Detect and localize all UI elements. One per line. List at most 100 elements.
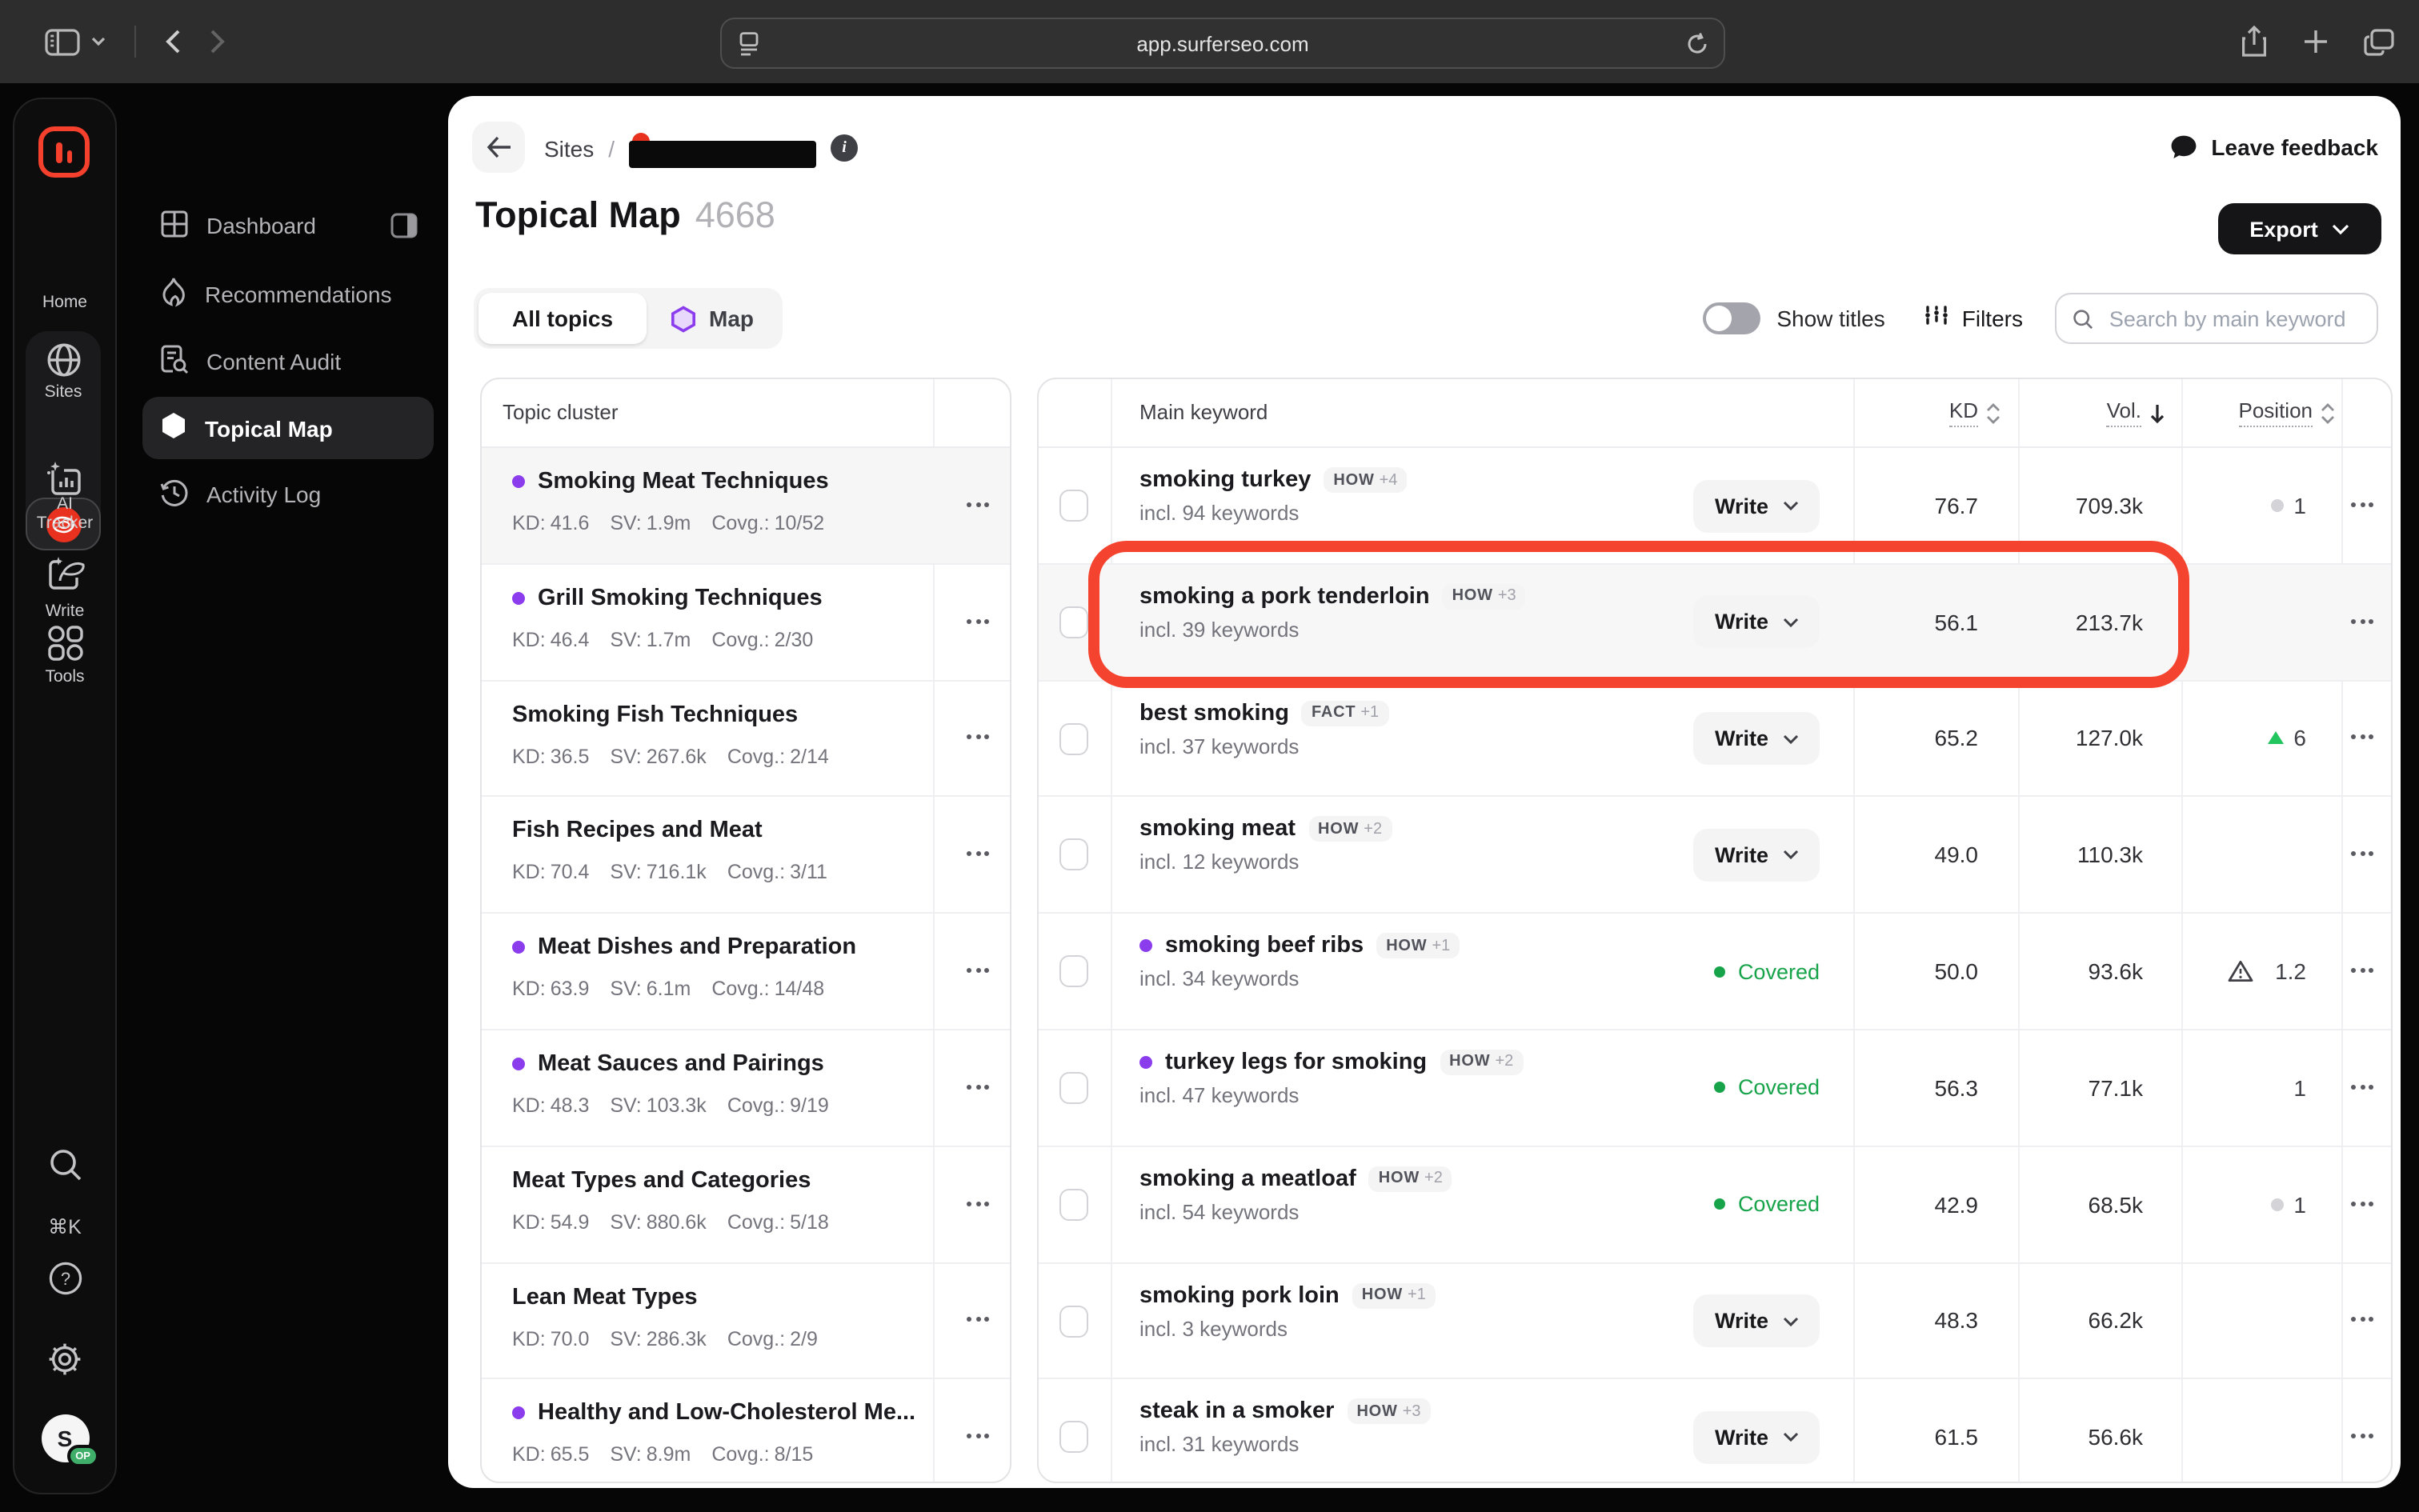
leave-feedback-button[interactable]: Leave feedback — [2169, 134, 2378, 160]
rail-write-label[interactable]: Write — [14, 602, 115, 621]
row-checkbox[interactable] — [1059, 1071, 1088, 1104]
chevron-down-icon — [1783, 618, 1799, 627]
cluster-row[interactable]: Meat Types and Categories KD: 54.9 SV: 880.… — [482, 1147, 1010, 1264]
keyword-row-highlighted[interactable]: smoking a pork tenderloin HOW +3 incl. 39 … — [1039, 564, 2391, 682]
write-button[interactable]: Write — [1693, 1410, 1820, 1464]
nav-item-topical-map[interactable]: Topical Map — [142, 397, 434, 459]
forward-nav-icon[interactable] — [210, 29, 226, 54]
row-menu-icon[interactable] — [2351, 1434, 2373, 1439]
breadcrumb-sites[interactable]: Sites — [544, 135, 594, 161]
write-button[interactable]: Write — [1693, 479, 1820, 532]
row-menu-icon[interactable] — [967, 851, 989, 857]
keyword-row[interactable]: turkey legs for smoking HOW +2 incl. 47 ke… — [1039, 1030, 2391, 1147]
row-checkbox[interactable] — [1059, 955, 1088, 988]
show-titles-toggle[interactable] — [1703, 302, 1761, 334]
share-icon[interactable] — [2240, 26, 2267, 58]
keyword-row[interactable]: smoking meat HOW +2 incl. 12 keywords Writ… — [1039, 798, 2391, 914]
row-menu-icon[interactable] — [2351, 502, 2373, 507]
write-button[interactable]: Write — [1693, 712, 1820, 766]
back-nav-icon[interactable] — [165, 29, 181, 54]
search-icon[interactable] — [14, 1147, 115, 1182]
keyword-row[interactable]: smoking turkey HOW +4 incl. 94 keywords Wr… — [1039, 448, 2391, 565]
row-menu-icon[interactable] — [2351, 851, 2373, 857]
new-tab-icon[interactable] — [2302, 29, 2328, 54]
row-menu-icon[interactable] — [2351, 618, 2373, 624]
row-menu-icon[interactable] — [2351, 1084, 2373, 1090]
vol-header[interactable]: Vol. — [2106, 379, 2165, 446]
keyword-row[interactable]: steak in a smoker HOW +3 incl. 31 keywords… — [1039, 1380, 2391, 1488]
user-avatar[interactable]: S OP — [41, 1414, 98, 1467]
command-k-shortcut[interactable]: ⌘K — [14, 1214, 115, 1238]
rail-sites-label[interactable]: Sites — [26, 382, 101, 402]
cluster-row[interactable]: Healthy and Low-Cholesterol Me... KD: 65.… — [482, 1380, 1010, 1488]
ai-tracker-icon[interactable] — [14, 461, 115, 499]
rail-ai-tracker-label-2[interactable]: Tracker — [14, 514, 115, 533]
kd-value: 50.0 — [1934, 958, 1979, 985]
rail-ai-tracker-label-1[interactable]: AI — [14, 494, 115, 514]
row-menu-icon[interactable] — [967, 1201, 989, 1206]
tab-all-topics[interactable]: All topics — [479, 293, 647, 344]
sidebar-toggle-icon[interactable] — [45, 28, 106, 55]
row-menu-icon[interactable] — [2351, 734, 2373, 740]
row-checkbox[interactable] — [1059, 1188, 1088, 1221]
cluster-row[interactable]: Grill Smoking Techniques KD: 46.4 SV: 1.7m C… — [482, 565, 1010, 682]
reload-icon[interactable] — [1669, 31, 1724, 55]
nav-item-dashboard[interactable]: Dashboard — [142, 194, 434, 258]
row-menu-icon[interactable] — [967, 502, 989, 507]
tab-overview-icon[interactable] — [2363, 28, 2393, 55]
back-button[interactable] — [472, 122, 525, 173]
row-checkbox[interactable] — [1059, 490, 1088, 522]
write-button[interactable]: Write — [1693, 828, 1820, 882]
cluster-row[interactable]: Lean Meat Types KD: 70.0 SV: 286.3k Covg.: 2/… — [482, 1263, 1010, 1380]
row-menu-icon[interactable] — [2351, 968, 2373, 974]
sites-globe-icon[interactable] — [26, 342, 101, 378]
row-checkbox[interactable] — [1059, 606, 1088, 638]
write-button[interactable]: Write — [1693, 595, 1820, 649]
kd-header[interactable]: KD — [1948, 379, 2000, 446]
settings-gear-icon[interactable] — [14, 1341, 115, 1378]
row-menu-icon[interactable] — [967, 968, 989, 974]
keyword-row[interactable]: smoking a meatloaf HOW +2 incl. 54 keyword… — [1039, 1147, 2391, 1264]
row-menu-icon[interactable] — [2351, 1201, 2373, 1206]
row-checkbox[interactable] — [1059, 1305, 1088, 1338]
surfer-logo[interactable] — [38, 126, 90, 178]
help-icon[interactable]: ? — [14, 1261, 115, 1296]
write-icon[interactable] — [14, 555, 115, 594]
cluster-row[interactable]: Meat Dishes and Preparation KD: 63.9 SV: 6.… — [482, 914, 1010, 1030]
address-bar[interactable]: app.surferseo.com — [720, 18, 1725, 69]
cluster-row[interactable]: Smoking Fish Techniques KD: 36.5 SV: 267.6k… — [482, 681, 1010, 798]
keyword-row[interactable]: smoking pork loin HOW +1 incl. 3 keywords … — [1039, 1263, 2391, 1380]
row-menu-icon[interactable] — [967, 734, 989, 740]
cluster-row[interactable]: Meat Sauces and Pairings KD: 48.3 SV: 103.3… — [482, 1030, 1010, 1147]
search-input[interactable] — [2105, 305, 2361, 332]
nav-item-activity-log[interactable]: Activity Log — [142, 462, 434, 526]
row-checkbox[interactable] — [1059, 838, 1088, 871]
row-menu-icon[interactable] — [2351, 1317, 2373, 1322]
write-button[interactable]: Write — [1693, 1294, 1820, 1348]
row-menu-icon[interactable] — [967, 1317, 989, 1322]
rail-tools-label[interactable]: Tools — [14, 667, 115, 686]
position-header[interactable]: Position — [2238, 379, 2336, 446]
info-icon[interactable]: i — [831, 134, 859, 162]
row-menu-icon[interactable] — [967, 1084, 989, 1090]
nav-item-content-audit[interactable]: Content Audit — [142, 330, 434, 394]
keyword-search[interactable] — [2055, 293, 2378, 344]
rail-home-label[interactable]: Home — [14, 293, 115, 312]
row-checkbox[interactable] — [1059, 1421, 1088, 1454]
leave-feedback-label: Leave feedback — [2211, 134, 2378, 160]
reader-view-icon[interactable] — [722, 31, 776, 55]
tools-icon[interactable] — [14, 624, 115, 662]
cluster-row[interactable]: Smoking Meat Techniques KD: 41.6 SV: 1.9m Co… — [482, 448, 1010, 565]
filters-button[interactable]: Filters — [1924, 306, 2023, 331]
collapse-panel-icon[interactable] — [390, 213, 418, 243]
row-menu-icon[interactable] — [967, 618, 989, 624]
tab-map[interactable]: Map — [647, 305, 778, 332]
row-menu-icon[interactable] — [967, 1434, 989, 1439]
nav-item-recommendations[interactable]: Recommendations — [142, 262, 434, 326]
cluster-row[interactable]: Fish Recipes and Meat KD: 70.4 SV: 716.1k Co… — [482, 798, 1010, 914]
keyword-row[interactable]: best smoking FACT +1 incl. 37 keywords Wri… — [1039, 681, 2391, 798]
export-button[interactable]: Export — [2218, 203, 2381, 254]
row-checkbox[interactable] — [1059, 722, 1088, 755]
cluster-title: Healthy and Low-Cholesterol Me... — [538, 1400, 916, 1426]
keyword-row[interactable]: smoking beef ribs HOW +1 incl. 34 keywords… — [1039, 914, 2391, 1030]
